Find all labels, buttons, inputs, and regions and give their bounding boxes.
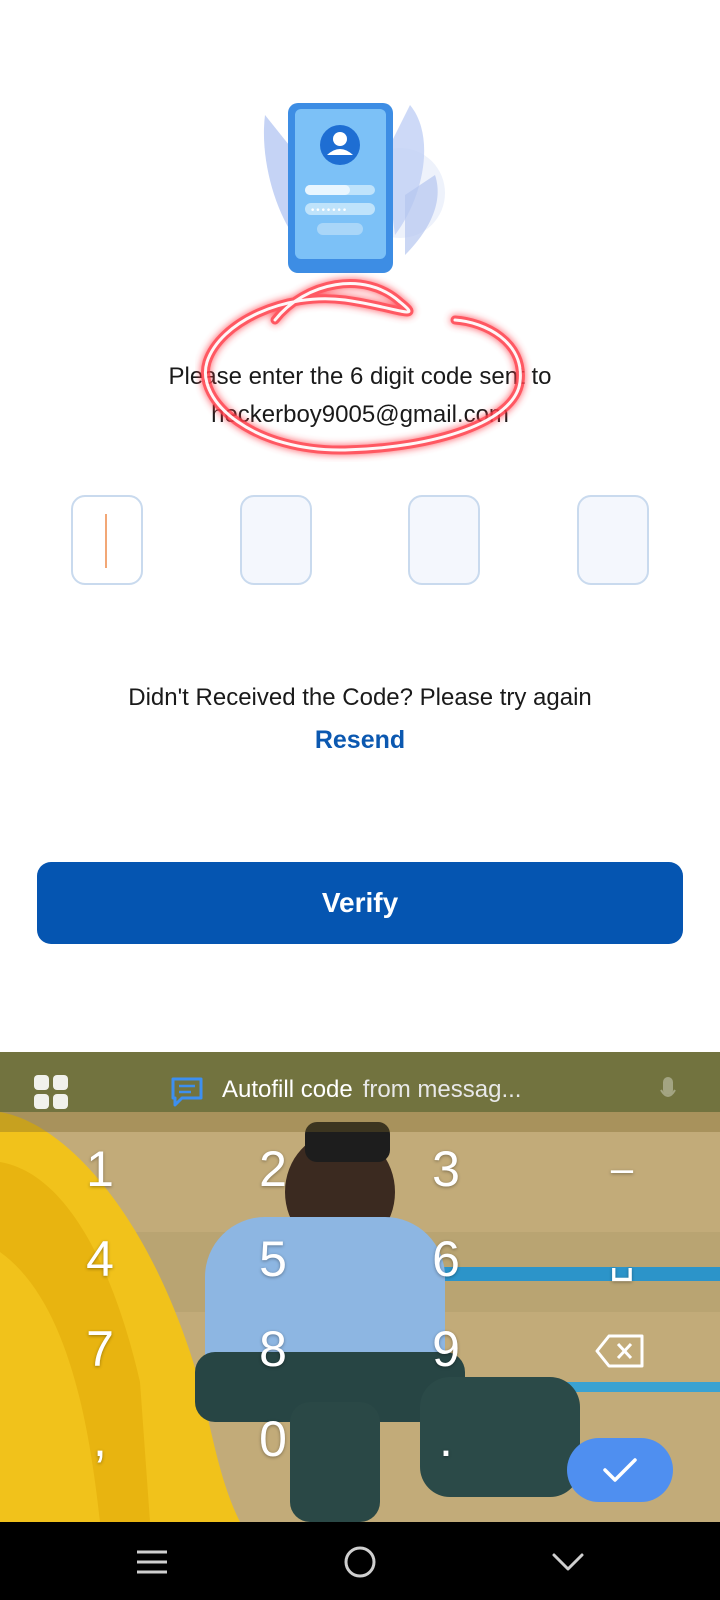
otp-digit-2[interactable] bbox=[239, 495, 312, 585]
key-4[interactable]: 4 bbox=[30, 1214, 170, 1304]
autofill-label: Autofill code bbox=[222, 1076, 353, 1103]
message-icon bbox=[171, 1077, 203, 1107]
key-2[interactable]: 2 bbox=[203, 1124, 343, 1214]
apps-grid-icon[interactable] bbox=[33, 1074, 69, 1110]
numeric-keyboard: Autofill code from messag... 1 2 3 – 4 5 … bbox=[0, 1052, 720, 1522]
code-sent-message: Please enter the 6 digit code sent to he… bbox=[60, 358, 660, 434]
key-5[interactable]: 5 bbox=[203, 1214, 343, 1304]
menu-icon[interactable] bbox=[132, 1542, 172, 1582]
home-circle-icon[interactable] bbox=[340, 1542, 380, 1582]
autofill-code-suggestion[interactable]: Autofill code from messag... bbox=[222, 1076, 521, 1104]
svg-text:•••••••: ••••••• bbox=[310, 206, 347, 216]
key-8[interactable]: 8 bbox=[203, 1304, 343, 1394]
phone-login-illustration: ••••••• bbox=[263, 103, 445, 273]
key-dash[interactable]: – bbox=[552, 1124, 692, 1214]
key-7[interactable]: 7 bbox=[30, 1304, 170, 1394]
autofill-source: from messag... bbox=[362, 1076, 522, 1103]
key-space[interactable]: ␣ bbox=[552, 1214, 692, 1304]
otp-digit-1[interactable] bbox=[71, 495, 143, 585]
resend-link[interactable]: Resend bbox=[260, 726, 460, 755]
text-caret bbox=[105, 514, 107, 568]
key-1[interactable]: 1 bbox=[30, 1124, 170, 1214]
back-chevron-icon[interactable] bbox=[548, 1542, 588, 1582]
key-9[interactable]: 9 bbox=[376, 1304, 516, 1394]
verify-button[interactable]: Verify bbox=[37, 862, 683, 944]
key-period[interactable]: . bbox=[376, 1394, 516, 1484]
key-3[interactable]: 3 bbox=[376, 1124, 516, 1214]
key-comma[interactable]: , bbox=[30, 1394, 170, 1484]
otp-input-group bbox=[71, 495, 649, 587]
enter-key[interactable] bbox=[567, 1438, 673, 1502]
key-0[interactable]: 0 bbox=[203, 1394, 343, 1484]
otp-digit-3[interactable] bbox=[408, 495, 481, 585]
key-6[interactable]: 6 bbox=[376, 1214, 516, 1304]
otp-digit-4[interactable] bbox=[576, 495, 649, 585]
email-address: heckerboy9005@gmail.com bbox=[211, 401, 509, 428]
system-navigation-bar bbox=[0, 1522, 720, 1600]
retry-message: Didn't Received the Code? Please try aga… bbox=[128, 684, 592, 711]
mic-icon[interactable] bbox=[660, 1076, 676, 1106]
prompt-line: Please enter the 6 digit code sent to bbox=[168, 363, 552, 390]
checkmark-icon bbox=[603, 1458, 637, 1482]
backspace-icon[interactable] bbox=[595, 1334, 645, 1368]
